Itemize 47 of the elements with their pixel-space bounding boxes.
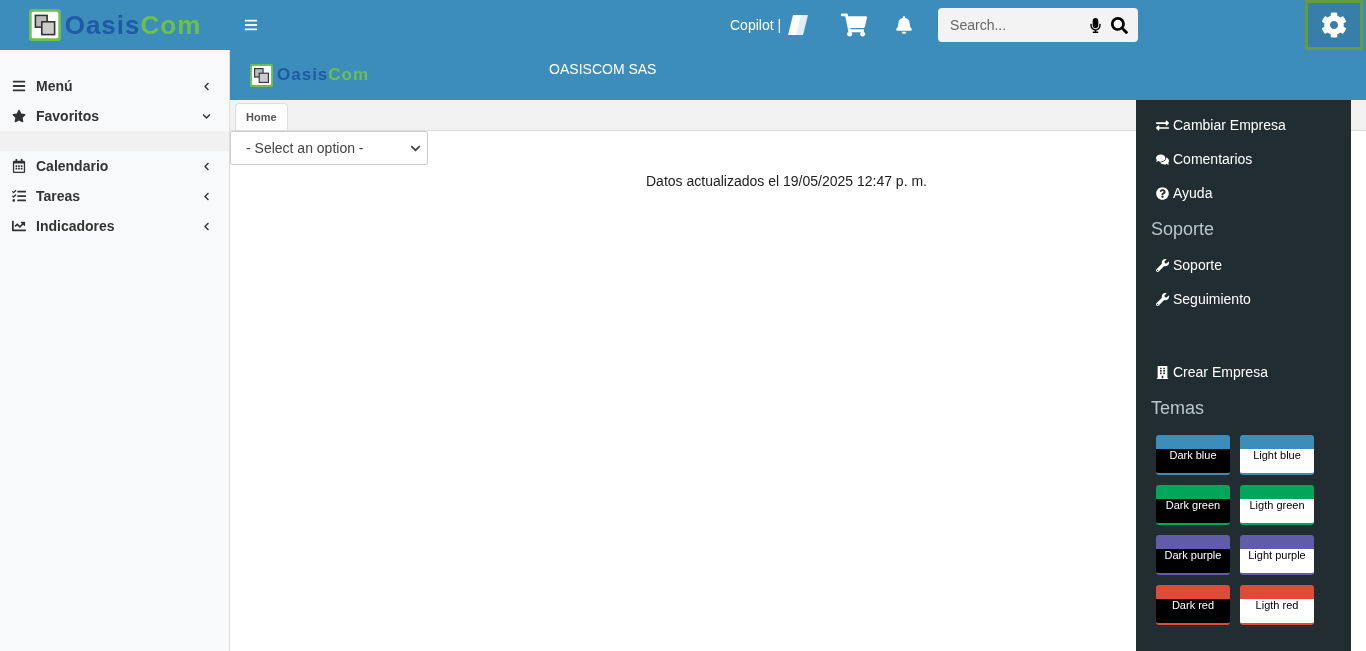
panel-heading: Soporte [1151,217,1216,241]
panel-link[interactable]: Cambiar Empresa [1156,108,1351,142]
panel-link[interactable]: Crear Empresa [1156,355,1351,389]
theme-swatch[interactable]: Dark blue [1156,435,1230,475]
panel-link[interactable]: Comentarios [1156,142,1351,176]
sidebar-item[interactable]: Calendario [0,151,229,181]
list-icon [12,189,26,203]
company-name: OASISCOM SAS [549,61,657,77]
building-icon [1156,365,1169,379]
menu-toggle-icon[interactable] [244,18,258,32]
cart-icon[interactable] [841,12,868,38]
sidebar-item[interactable]: Favoritos [0,101,229,131]
calendar-icon [12,159,26,173]
banner-logo-icon [250,63,273,87]
wrench-icon [1156,258,1169,272]
theme-swatch[interactable]: Ligth red [1240,585,1314,625]
chat-bubbles-icon [1156,152,1169,166]
theme-swatch[interactable]: Ligth green [1240,485,1314,525]
settings-icon [1321,12,1347,38]
help-icon [1156,186,1169,200]
theme-swatch[interactable]: Dark red [1156,585,1230,625]
update-notice: Datos actualizados el 19/05/2025 12:47 p. m. [646,173,928,189]
bell-icon[interactable] [895,16,914,34]
search-icon[interactable] [1111,17,1129,34]
search-field[interactable]: Search... [938,8,1139,42]
microphone-icon[interactable] [1088,18,1104,33]
star-icon [12,109,26,123]
panel-heading: Temas [1151,396,1205,420]
sidebar-item[interactable]: Tareas [0,181,229,211]
sidebar-item[interactable]: Indicadores [0,211,229,241]
panel-link[interactable]: Ayuda [1156,176,1351,210]
swap-arrows-icon [1156,118,1169,132]
theme-swatch[interactable]: Dark green [1156,485,1230,525]
wrench-icon [1156,292,1169,306]
theme-swatch[interactable]: Light blue [1240,435,1314,475]
panel-link[interactable]: Seguimiento [1156,282,1351,316]
logo-icon [28,9,61,41]
settings-button[interactable] [1305,0,1363,50]
theme-swatch[interactable]: Dark purple [1156,535,1230,575]
panel-link[interactable]: Soporte [1156,248,1351,282]
menu-icon [12,79,26,93]
theme-swatch[interactable]: Light purple [1240,535,1314,575]
tab[interactable]: Home [235,103,288,130]
line-chart-icon [12,219,26,233]
copilot-link[interactable]: Copilot | [730,17,782,33]
option-select[interactable]: - Select an option - [230,131,428,165]
sidebar-item[interactable]: Menú [0,71,229,101]
